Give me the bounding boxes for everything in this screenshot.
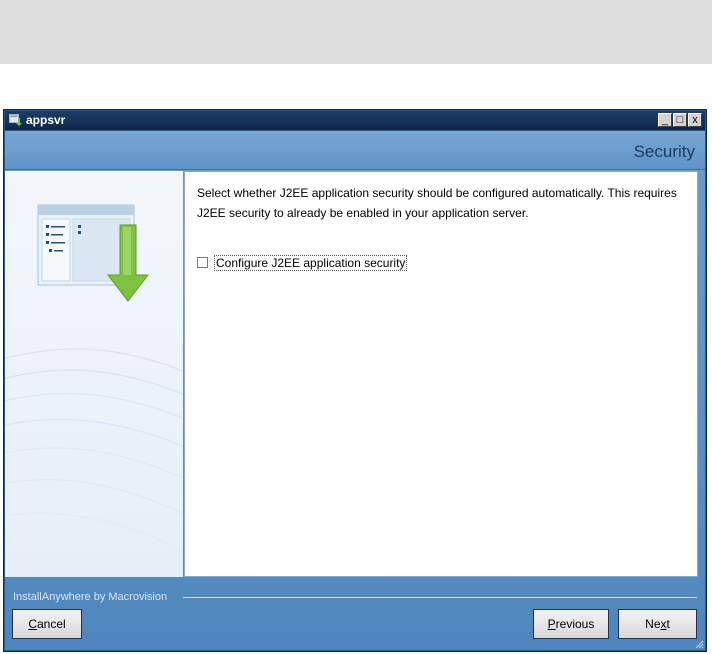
app-icon: [9, 114, 22, 126]
window-title: appsvr: [26, 113, 66, 127]
close-button[interactable]: x: [688, 113, 702, 127]
previous-button[interactable]: Previous: [533, 609, 609, 639]
brand-divider: [183, 597, 697, 598]
resize-grip[interactable]: [694, 639, 704, 649]
maximize-button[interactable]: □: [673, 113, 687, 127]
next-button[interactable]: Next: [618, 609, 697, 639]
installer-illustration: [5, 204, 183, 552]
next-label-suffix: t: [666, 617, 670, 631]
configure-security-checkbox[interactable]: [197, 257, 208, 268]
top-band: [0, 0, 712, 64]
title-bar[interactable]: appsvr _ □ x: [5, 111, 705, 130]
cancel-mnemonic: C: [28, 617, 37, 631]
next-label-prefix: Ne: [645, 617, 661, 631]
brand-row: InstallAnywhere by Macrovision: [13, 590, 697, 604]
minimize-button[interactable]: _: [658, 113, 672, 127]
header-bar: Security: [5, 131, 705, 170]
installer-window: appsvr _ □ x Security Select whether J2E…: [3, 109, 707, 652]
brand-label: InstallAnywhere by Macrovision: [13, 591, 168, 603]
security-description: Select whether J2EE application security…: [197, 186, 677, 220]
step-title: Security: [633, 142, 695, 161]
content-panel: Select whether J2EE application security…: [184, 171, 698, 577]
window-client: Security Select whether J2EE application…: [5, 131, 705, 650]
previous-label: revious: [555, 617, 595, 631]
configure-security-label[interactable]: Configure J2EE application security: [213, 255, 408, 271]
previous-mnemonic: P: [547, 617, 556, 631]
cancel-label: ancel: [36, 617, 66, 631]
cancel-button[interactable]: Cancel: [12, 609, 82, 639]
left-panel: [5, 171, 183, 577]
